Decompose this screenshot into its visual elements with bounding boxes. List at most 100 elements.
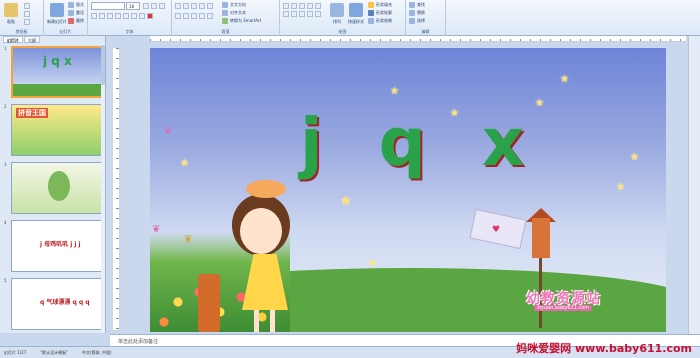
thumb-title: 拼音王国	[16, 108, 48, 118]
italic-icon[interactable]	[99, 13, 105, 19]
slides-group: 新建幻灯片 版式 重设 删除 幻灯片	[44, 0, 88, 36]
quick-styles-button[interactable]: 快速样式	[348, 3, 364, 25]
drawing-group: 排列 快速样式 形状填充 形状轮廓 形状效果 绘图	[280, 0, 406, 36]
align-center-icon[interactable]	[183, 13, 189, 19]
layout-icon	[68, 2, 74, 8]
shape-curve-icon[interactable]	[307, 11, 313, 17]
slide-canvas[interactable]: ★ ★ ★ ★ ★ ★ ★ ★ ★ j q x ❦ ❦ ❦ ♥ 幼教资源站 zi…	[150, 48, 666, 332]
paragraph-group: 文字方向 对齐文本 转换为 SmartArt 段落	[172, 0, 280, 36]
star-icon: ★	[180, 158, 189, 169]
text-direction-icon	[222, 2, 228, 8]
shape-outline-button[interactable]: 形状轮廓	[368, 10, 392, 16]
slide-counter: 幻灯片 1/27	[4, 349, 27, 355]
reset-button[interactable]: 重设	[68, 10, 84, 16]
align-text-icon	[222, 10, 228, 16]
shape-oval-icon[interactable]	[307, 3, 313, 9]
girl-leg	[254, 310, 259, 332]
format-painter-icon[interactable]	[24, 19, 30, 25]
letter-j[interactable]: j	[300, 110, 323, 176]
slide-number: 3	[4, 162, 7, 167]
reset-icon	[68, 10, 74, 16]
shape-arrow-icon[interactable]	[299, 3, 305, 9]
theme-name: "默认设计模板"	[40, 349, 68, 355]
language-indicator[interactable]: 中文(简体, 中国)	[82, 350, 112, 356]
font-name-select[interactable]	[91, 2, 125, 10]
replace-icon	[409, 10, 415, 16]
delete-button[interactable]: 删除	[68, 18, 84, 24]
find-button[interactable]: 查找	[409, 2, 425, 8]
slides-panel: 幻灯片 大纲 1 j q x 2 拼音王国 3 4 j 母鸡叽叽 j j j 5…	[0, 36, 106, 333]
shrink-font-icon[interactable]	[151, 3, 157, 9]
replace-button[interactable]: 替换	[409, 10, 425, 16]
font-color-icon[interactable]	[147, 13, 153, 19]
align-right-icon[interactable]	[191, 13, 197, 19]
smartart-icon	[222, 18, 228, 24]
shape-brace-icon[interactable]	[291, 11, 297, 17]
justify-icon[interactable]	[199, 13, 205, 19]
align-left-icon[interactable]	[175, 13, 181, 19]
shape-more-icon[interactable]	[315, 11, 321, 17]
font-size-select[interactable]: 18	[126, 2, 140, 10]
new-slide-button[interactable]: 新建幻灯片	[47, 3, 67, 25]
bullets-icon[interactable]	[175, 3, 181, 9]
editor-scrollbar[interactable]	[688, 36, 700, 334]
group-label: 段落	[221, 29, 230, 34]
butterfly-icon: ❦	[184, 234, 193, 245]
group-label: 绘图	[338, 29, 347, 34]
cut-icon[interactable]	[24, 3, 30, 9]
shape-fill-button[interactable]: 形状填充	[368, 2, 392, 8]
increase-indent-icon[interactable]	[199, 3, 205, 9]
text-direction-button[interactable]: 文字方向	[222, 2, 246, 8]
spacing-icon[interactable]	[131, 13, 137, 19]
paste-button[interactable]: 粘贴	[4, 3, 18, 25]
logo-url: ziyuan.baby611.com	[534, 305, 593, 311]
letter-q[interactable]: q	[379, 110, 426, 176]
heart-icon: ♥	[492, 225, 501, 235]
notes-placeholder: 单击此处添加备注	[118, 339, 159, 345]
align-text-button[interactable]: 对齐文本	[222, 10, 246, 16]
grow-font-icon[interactable]	[143, 3, 149, 9]
change-case-icon[interactable]	[139, 13, 145, 19]
shape-callout-icon[interactable]	[299, 11, 305, 17]
tab-outline[interactable]: 大纲	[24, 36, 40, 43]
line-spacing-icon[interactable]	[207, 3, 213, 9]
numbering-icon[interactable]	[183, 3, 189, 9]
select-button[interactable]: 选择	[409, 18, 425, 24]
slide-thumb-image: q 气球漂漂 q q q	[11, 278, 103, 330]
panel-scroll-thumb[interactable]	[101, 45, 105, 85]
shape-fill-icon	[368, 2, 374, 8]
copy-icon[interactable]	[24, 11, 30, 17]
star-icon: ★	[560, 74, 569, 85]
slide-thumb-image: 拼音王国	[11, 104, 103, 156]
layout-button[interactable]: 版式	[68, 2, 84, 8]
tab-slides[interactable]: 幻灯片	[3, 36, 23, 43]
girl-leg	[270, 310, 275, 332]
shape-effects-button[interactable]: 形状效果	[368, 18, 392, 24]
letters-row: j q x	[300, 110, 524, 176]
shape-star-icon[interactable]	[283, 11, 289, 17]
decrease-indent-icon[interactable]	[191, 3, 197, 9]
thumb-tree	[48, 171, 70, 201]
shadow-icon[interactable]	[123, 13, 129, 19]
group-label: 剪贴板	[15, 29, 28, 34]
letter-x[interactable]: x	[482, 110, 525, 176]
shape-line-icon[interactable]	[291, 3, 297, 9]
shape-triangle-icon[interactable]	[315, 3, 321, 9]
font-group: 18 字体	[88, 0, 172, 36]
site-watermark: 妈咪爱婴网 www.baby611.com	[516, 342, 692, 355]
underline-icon[interactable]	[107, 13, 113, 19]
tree-stump	[198, 274, 220, 332]
star-icon: ★	[390, 86, 399, 97]
panel-scrollbar[interactable]	[101, 43, 105, 333]
smartart-button[interactable]: 转换为 SmartArt	[222, 18, 261, 24]
slide-number: 5	[4, 278, 7, 283]
columns-icon[interactable]	[207, 13, 213, 19]
thumb-title: j q x	[43, 54, 72, 68]
strikethrough-icon[interactable]	[115, 13, 121, 19]
clear-format-icon[interactable]	[159, 3, 165, 9]
butterfly-icon: ❦	[152, 224, 161, 235]
arrange-button[interactable]: 排列	[330, 3, 344, 25]
shape-rect-icon[interactable]	[283, 3, 289, 9]
slide-number: 2	[4, 104, 7, 109]
bold-icon[interactable]	[91, 13, 97, 19]
